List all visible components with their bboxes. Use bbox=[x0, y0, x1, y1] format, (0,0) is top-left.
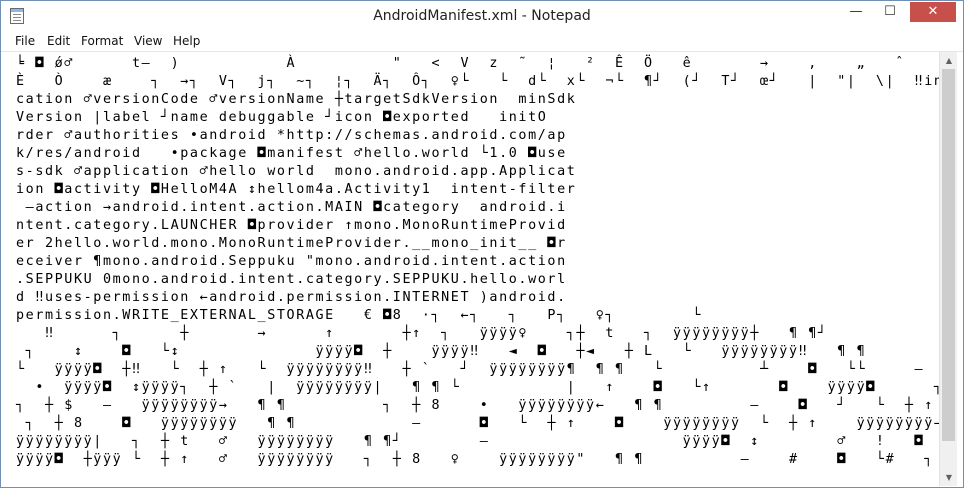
text-line: ╘ ◘ ǿ♂ t‒ ) À " < V z ˜ ¦ ² Ê Ö ê → , „ … bbox=[16, 56, 939, 71]
text-line: er 2hello.world.mono.MonoRuntimeProvider… bbox=[16, 236, 567, 251]
text-line: eceiver ¶mono.android.Seppuku "mono.andr… bbox=[16, 254, 567, 269]
text-line: ‼ ┐ ┼ → ↑ ┼↑ ┐ ÿÿÿÿ♀ ┐┼ t ┐ ÿÿÿÿÿÿÿÿ┼ ¶ … bbox=[16, 326, 939, 341]
text-line: ÿÿÿÿ◘ ┼ÿÿÿ └ ┼ ↑ ♂ ÿÿÿÿÿÿÿÿ ┐ ┼ 8 ♀ ÿÿÿÿ… bbox=[16, 452, 934, 467]
text-line: └ ÿÿÿÿ◘ ┼‼ └ ┼ ↑ └ ÿÿÿÿÿÿÿÿ‼ ┼ ` ┘ ÿÿÿÿÿ… bbox=[16, 362, 939, 377]
window-title: AndroidManifest.xml - Notepad bbox=[373, 8, 591, 24]
document-text[interactable]: ╘ ◘ ǿ♂ t‒ ) À " < V z ˜ ¦ ² Ê Ö ê → , „ … bbox=[2, 52, 939, 469]
text-line: ion ◘activity ◘HelloM4A ↕hellom4a.Activi… bbox=[16, 182, 577, 197]
text-line: ┐ ┼ $ ‒ ÿÿÿÿÿÿÿÿ→ ¶ ¶ ┐ ┼ 8 • ÿÿÿÿÿÿÿÿ← … bbox=[16, 398, 934, 413]
text-line: ┐ ↕ ◘ └↕ ÿÿÿÿ◘ ┼ ÿÿÿÿ‼ ◄ ◘ ┼◄ ┼ L └ ÿÿÿÿ… bbox=[25, 344, 867, 359]
close-button[interactable]: ✕ bbox=[910, 2, 956, 22]
text-line: k/res/android •package ◘manifest ♂hello.… bbox=[16, 146, 567, 161]
scrollbar-thumb[interactable] bbox=[942, 69, 955, 441]
menu-help[interactable]: Help bbox=[173, 33, 200, 49]
text-line: .SEPPUKU 0mono.android.intent.category.S… bbox=[16, 272, 567, 287]
text-line: È Ò æ ┐ →┐ V┐ j┐ ~┐ ¦┐ Ä┐ Ô┐ ♀└ └ d└ x└ … bbox=[16, 74, 939, 89]
scroll-up-arrow-icon[interactable]: ▲ bbox=[940, 52, 958, 69]
text-line: d ‼uses-permission ←android.permission.I… bbox=[16, 290, 567, 305]
text-editor[interactable]: ╘ ◘ ǿ♂ t‒ ) À " < V z ˜ ¦ ² Ê Ö ê → , „ … bbox=[2, 52, 939, 486]
text-line: ┐ ┼ 8 ◘ ÿÿÿÿÿÿÿÿ ¶ ¶ ‒ ◘ └ ┼ ↑ ◘ ÿÿÿÿÿÿÿ… bbox=[16, 416, 939, 431]
menu-bar: File Edit Format View Help bbox=[1, 31, 963, 52]
text-line: cation ♂versionCode ♂versionName ┼target… bbox=[16, 92, 577, 107]
text-line: ÿÿÿÿÿÿÿÿ| ┐ ┼ t ♂ ÿÿÿÿÿÿÿÿ ¶ ¶┘ ‒ ÿÿÿÿ◘ … bbox=[16, 434, 939, 449]
text-line: ntent.category.LAUNCHER ◘provider ↑mono.… bbox=[16, 218, 567, 233]
text-line: s-sdk ♂application ♂hello world mono.and… bbox=[16, 164, 577, 179]
scroll-down-arrow-icon[interactable]: ▼ bbox=[940, 469, 958, 486]
title-bar[interactable]: AndroidManifest.xml - Notepad — ☐ ✕ bbox=[1, 1, 963, 31]
menu-edit[interactable]: Edit bbox=[47, 33, 70, 49]
text-line: permission.WRITE_EXTERNAL_STORAGE € ◘8 ·… bbox=[16, 308, 702, 323]
maximize-button[interactable]: ☐ bbox=[873, 2, 907, 22]
notepad-window: AndroidManifest.xml - Notepad — ☐ ✕ File… bbox=[0, 0, 964, 488]
minimize-button[interactable]: — bbox=[839, 2, 873, 22]
window-border bbox=[957, 52, 963, 486]
menu-file[interactable]: File bbox=[15, 33, 35, 49]
text-line: • ÿÿÿÿ◘ ↕ÿÿÿÿ┐ ┼ ` | ÿÿÿÿÿÿÿÿ| ¶ ¶ └ | ↑… bbox=[35, 380, 939, 395]
text-line: rder ♂authorities •android *http://schem… bbox=[16, 128, 567, 143]
menu-view[interactable]: View bbox=[134, 33, 162, 49]
menu-format[interactable]: Format bbox=[81, 33, 123, 49]
vertical-scrollbar[interactable]: ▲ ▼ bbox=[939, 52, 958, 486]
text-line: ‒action →android.intent.action.MAIN ◘cat… bbox=[16, 200, 567, 215]
text-line: Version |label ┘name debuggable ┘icon ◘e… bbox=[16, 110, 548, 125]
